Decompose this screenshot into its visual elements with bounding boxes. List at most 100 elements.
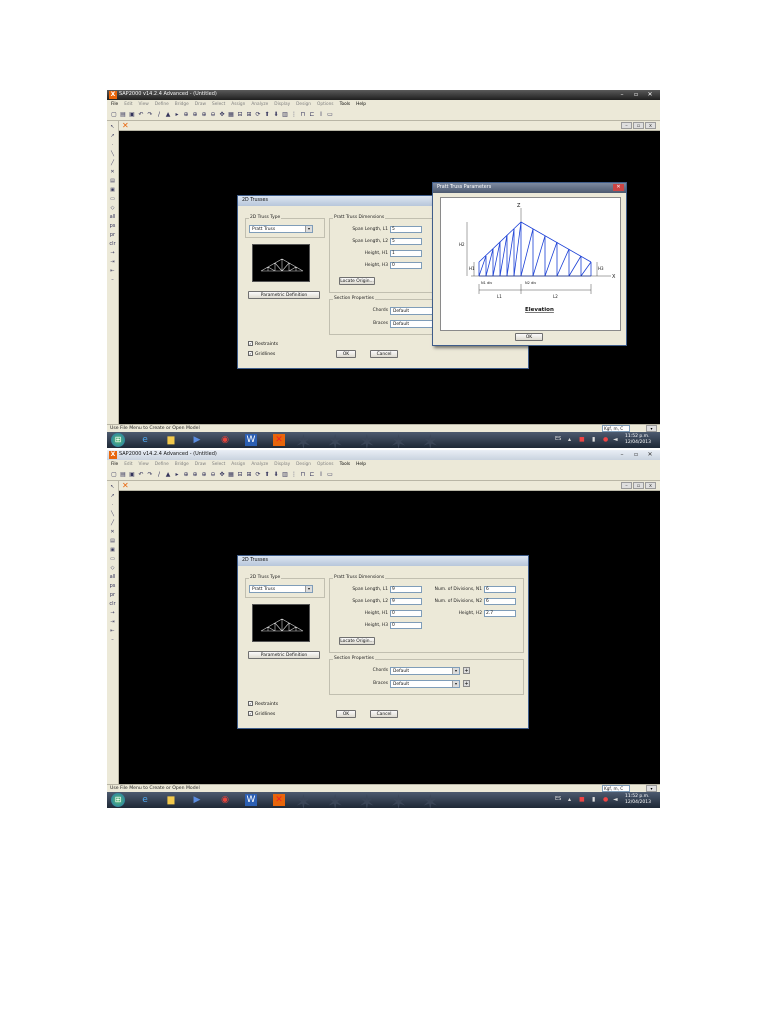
ps-icon[interactable]: ps <box>109 583 117 590</box>
menu-help[interactable]: Help <box>356 102 366 107</box>
frame-icon[interactable]: ⊏ <box>308 471 316 479</box>
new-model-icon[interactable]: ▢ <box>110 111 118 119</box>
arrow-3-icon[interactable]: ⇤ <box>109 268 117 275</box>
units-down-icon[interactable]: ▾ <box>646 785 657 792</box>
media-player-icon[interactable]: ▶ <box>191 434 203 446</box>
zoom-icon[interactable]: ⊕ <box>182 111 190 119</box>
pr-icon[interactable]: pr <box>109 232 117 239</box>
quad-icon[interactable]: ◇ <box>109 205 117 212</box>
save-icon[interactable]: ▣ <box>128 471 136 479</box>
menu-select[interactable]: Select <box>212 462 225 467</box>
menu-design[interactable]: Design <box>296 102 311 107</box>
viewport-restore-icon[interactable]: ▫ <box>633 122 644 129</box>
menu-options[interactable]: Options <box>317 462 334 467</box>
menu-view[interactable]: View <box>139 462 149 467</box>
menu-bridge[interactable]: Bridge <box>175 462 189 467</box>
volume-icon[interactable]: ◄ <box>613 796 618 803</box>
assign-icon[interactable]: ▭ <box>326 111 334 119</box>
solid-icon[interactable]: ▣ <box>109 187 117 194</box>
minimize-icon[interactable]: – <box>616 451 628 459</box>
view-xz-icon[interactable]: ⊞ <box>245 471 253 479</box>
down-icon[interactable]: ⬇ <box>272 111 280 119</box>
truss-type-select[interactable]: Pratt Truss ▾ <box>249 585 313 593</box>
word-icon[interactable]: W <box>245 794 257 806</box>
new-model-icon[interactable]: ▢ <box>110 471 118 479</box>
area-icon[interactable]: ▤ <box>109 178 117 185</box>
lock-icon[interactable]: ▲ <box>164 471 172 479</box>
maximize-icon[interactable]: ▫ <box>630 91 642 99</box>
solid-icon[interactable]: ▣ <box>109 547 117 554</box>
divisions-n2-input[interactable]: 6 <box>484 598 516 605</box>
ok-button[interactable]: OK <box>336 350 356 358</box>
tray-arrow-icon[interactable]: ▴ <box>568 796 571 803</box>
restraints-checkbox[interactable]: ✓ Restraints <box>248 701 278 707</box>
arrow-2-icon[interactable]: ⇥ <box>109 619 117 626</box>
zoom-in-icon[interactable]: ⊕ <box>200 111 208 119</box>
viewport-close-button-icon[interactable]: x <box>645 482 656 489</box>
menu-define[interactable]: Define <box>155 462 169 467</box>
volume-icon[interactable]: ◄ <box>613 436 618 443</box>
tray-clock[interactable]: 11:52 p.m. 12/04/2013 <box>625 434 651 446</box>
display-icon[interactable]: ▥ <box>281 471 289 479</box>
pointer-icon[interactable]: ↖ <box>109 124 117 131</box>
media-player-icon[interactable]: ▶ <box>191 794 203 806</box>
x-brace-icon[interactable]: ✕ <box>109 169 117 176</box>
clr-icon[interactable]: clr <box>109 241 117 248</box>
menu-analyze[interactable]: Analyze <box>251 462 268 467</box>
zoom-out-icon[interactable]: ⊖ <box>209 111 217 119</box>
zoom-icon[interactable]: ⊕ <box>182 471 190 479</box>
run-icon[interactable]: ▸ <box>173 471 181 479</box>
height-h3-input[interactable]: 0 <box>390 622 422 629</box>
run-icon[interactable]: ▸ <box>173 111 181 119</box>
up-icon[interactable]: ⬆ <box>263 111 271 119</box>
parametric-definition-button[interactable]: Parametric Definition <box>248 651 320 659</box>
chrome-icon[interactable]: ◉ <box>219 434 231 446</box>
braces-add-button[interactable]: + <box>463 680 470 687</box>
assign-icon[interactable]: ▭ <box>326 471 334 479</box>
start-button-icon[interactable]: ⊞ <box>111 793 125 807</box>
start-button-icon[interactable]: ⊞ <box>111 433 125 447</box>
undo-icon[interactable]: ↶ <box>137 111 145 119</box>
menu-analyze[interactable]: Analyze <box>251 102 268 107</box>
open-icon[interactable]: ▤ <box>119 111 127 119</box>
tray-arrow-icon[interactable]: ▴ <box>568 436 571 443</box>
pan-icon[interactable]: ✥ <box>218 111 226 119</box>
menu-assign[interactable]: Assign <box>231 462 245 467</box>
popup-close-icon[interactable]: ✕ <box>613 184 624 191</box>
height-h2-input[interactable]: 2.7 <box>484 610 516 617</box>
alert-icon[interactable]: ● <box>603 796 608 803</box>
restraints-checkbox[interactable]: ✓ Restraints <box>248 341 278 347</box>
popup-ok-button[interactable]: OK <box>515 333 543 341</box>
zoom-window-icon[interactable]: ⊕ <box>191 111 199 119</box>
tray-clock[interactable]: 11:52 p.m. 12/04/2013 <box>625 794 651 806</box>
menu-file[interactable]: File <box>111 102 118 107</box>
frame-icon[interactable]: ⊏ <box>308 111 316 119</box>
line-2-icon[interactable]: ╱ <box>109 520 117 527</box>
locate-origin-button[interactable]: Locate Origin... <box>339 637 375 645</box>
zoom-window-icon[interactable]: ⊕ <box>191 471 199 479</box>
arrow-3-icon[interactable]: ⇤ <box>109 628 117 635</box>
parametric-definition-button[interactable]: Parametric Definition <box>248 291 320 299</box>
dash-icon[interactable]: – <box>109 277 117 284</box>
viewport-close-button-icon[interactable]: x <box>645 122 656 129</box>
menu-file[interactable]: File <box>111 462 118 467</box>
internet-explorer-icon[interactable]: e <box>139 794 151 806</box>
edit-icon[interactable]: / <box>155 111 163 119</box>
view-xz-icon[interactable]: ⊞ <box>245 111 253 119</box>
menu-tools[interactable]: Tools <box>340 462 351 467</box>
save-icon[interactable]: ▣ <box>128 111 136 119</box>
point-icon[interactable]: · <box>109 502 117 509</box>
chords-select[interactable]: Default ▾ <box>390 667 460 675</box>
menu-assign[interactable]: Assign <box>231 102 245 107</box>
truss-icon[interactable]: ⊓ <box>299 471 307 479</box>
arrow-icon[interactable]: → <box>109 250 117 257</box>
open-icon[interactable]: ▤ <box>119 471 127 479</box>
alert-icon[interactable]: ● <box>603 436 608 443</box>
menu-tools[interactable]: Tools <box>340 102 351 107</box>
close-icon[interactable]: ✕ <box>644 451 656 459</box>
view-xy-icon[interactable]: ⊟ <box>236 471 244 479</box>
gridlines-checkbox[interactable]: ✓ Gridlines <box>248 711 275 717</box>
span-l2-input[interactable]: 5 <box>390 238 422 245</box>
view-xy-icon[interactable]: ⊟ <box>236 111 244 119</box>
truss-type-select[interactable]: Pratt Truss ▾ <box>249 225 313 233</box>
